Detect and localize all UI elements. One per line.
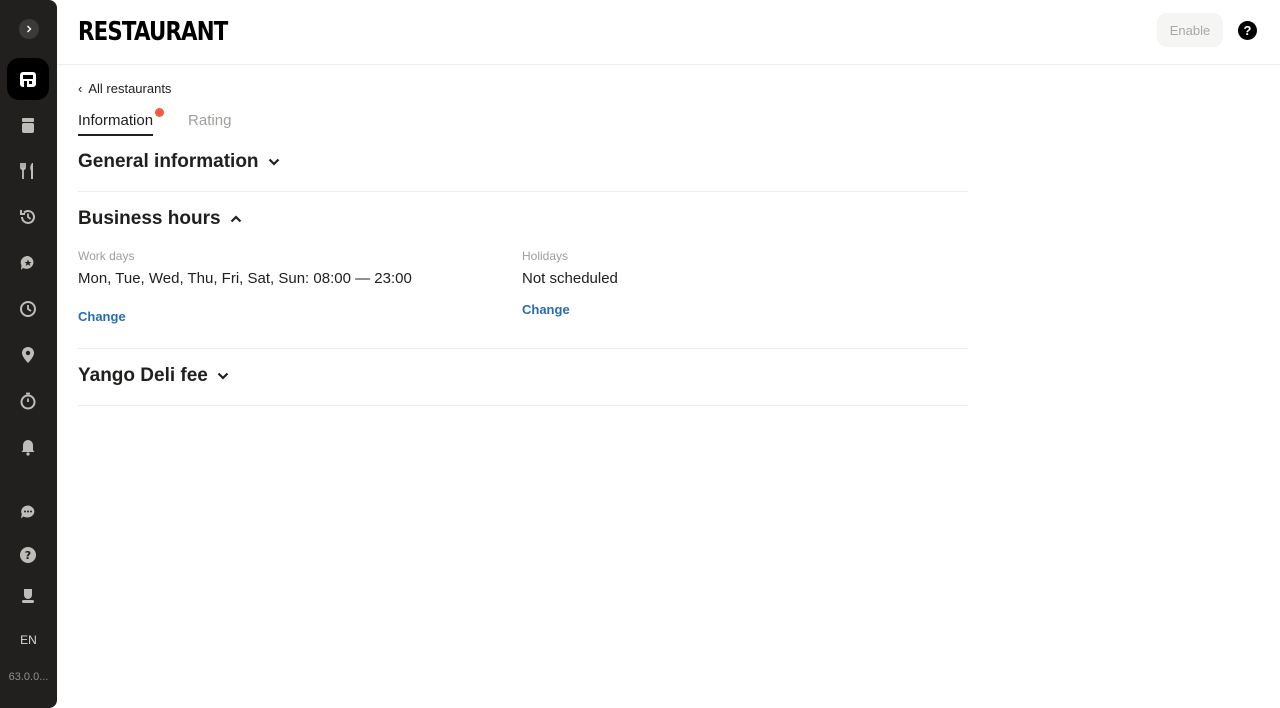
work-days-label: Work days	[78, 249, 135, 263]
holidays-value: Not scheduled	[522, 270, 618, 287]
bell-icon	[21, 440, 35, 456]
tab-information-label: Information	[78, 112, 154, 129]
sidebar-item-locations[interactable]	[7, 334, 49, 376]
help-icon: ?	[20, 547, 36, 563]
sidebar-item-help[interactable]: ?	[7, 534, 49, 576]
holidays-label: Holidays	[522, 249, 569, 263]
sidebar-item-orders[interactable]	[7, 104, 49, 146]
help-icon[interactable]: ?	[1238, 21, 1257, 40]
pin-icon	[22, 347, 34, 363]
tab-information[interactable]: Information	[78, 108, 165, 136]
general-information-section: General information	[78, 151, 968, 192]
clock-icon	[20, 301, 36, 317]
sidebar-item-reviews[interactable]	[7, 242, 49, 284]
tabs: Information Rating	[78, 108, 231, 136]
svg-text:?: ?	[25, 549, 31, 562]
general-information-toggle[interactable]: General information	[78, 151, 968, 173]
chevron-right-icon	[27, 25, 32, 33]
sidebar-item-schedule[interactable]	[7, 288, 49, 330]
work-days-value: Mon, Tue, Wed, Thu, Fri, Sat, Sun: 08:00…	[78, 270, 412, 287]
enable-button[interactable]: Enable	[1157, 13, 1223, 47]
section-title: General information	[78, 151, 259, 172]
sidebar-item-timer[interactable]	[7, 380, 49, 422]
brand-logo: RESTAURANT	[78, 17, 228, 47]
back-link-label: All restaurants	[88, 81, 172, 96]
sidebar-item-menu[interactable]	[7, 150, 49, 192]
fee-toggle[interactable]: Yango Deli fee	[78, 365, 968, 387]
back-to-restaurants-link[interactable]: ‹ All restaurants	[78, 81, 171, 96]
fork-knife-icon	[20, 163, 33, 179]
expand-sidebar-button[interactable]	[19, 19, 39, 39]
tab-rating[interactable]: Rating	[188, 112, 231, 136]
user-icon	[22, 589, 34, 603]
store-icon	[20, 72, 36, 87]
stopwatch-icon	[20, 392, 36, 410]
chevron-left-icon: ‹	[78, 81, 83, 96]
sidebar-item-profile[interactable]	[7, 574, 49, 616]
chevron-up-icon	[230, 215, 241, 223]
change-holidays-link[interactable]: Change	[522, 302, 570, 317]
star-chat-icon	[20, 255, 34, 270]
fee-section: Yango Deli fee	[78, 365, 968, 406]
chevron-down-icon	[268, 158, 279, 166]
chevron-down-icon	[217, 372, 229, 380]
sidebar-item-history[interactable]	[7, 196, 49, 238]
bag-icon	[22, 118, 34, 133]
sidebar: ? EN 63.0.0...	[0, 0, 57, 708]
notification-dot	[155, 108, 165, 117]
tab-rating-label: Rating	[188, 112, 232, 129]
sidebar-item-restaurant[interactable]	[7, 58, 49, 100]
language-switch[interactable]: EN	[0, 633, 57, 647]
chat-icon	[21, 505, 35, 519]
history-icon	[20, 209, 35, 224]
app-version: 63.0.0...	[8, 671, 49, 683]
section-title: Business hours	[78, 208, 221, 229]
sidebar-item-notifications[interactable]	[7, 426, 49, 468]
section-title: Yango Deli fee	[78, 365, 208, 386]
top-bar: RESTAURANT Enable ?	[57, 0, 1280, 65]
business-hours-section: Business hours Work days Mon, Tue, Wed, …	[78, 208, 968, 349]
change-work-days-link[interactable]: Change	[78, 309, 126, 324]
sidebar-item-chat[interactable]	[7, 491, 49, 533]
business-hours-toggle[interactable]: Business hours	[78, 208, 968, 230]
